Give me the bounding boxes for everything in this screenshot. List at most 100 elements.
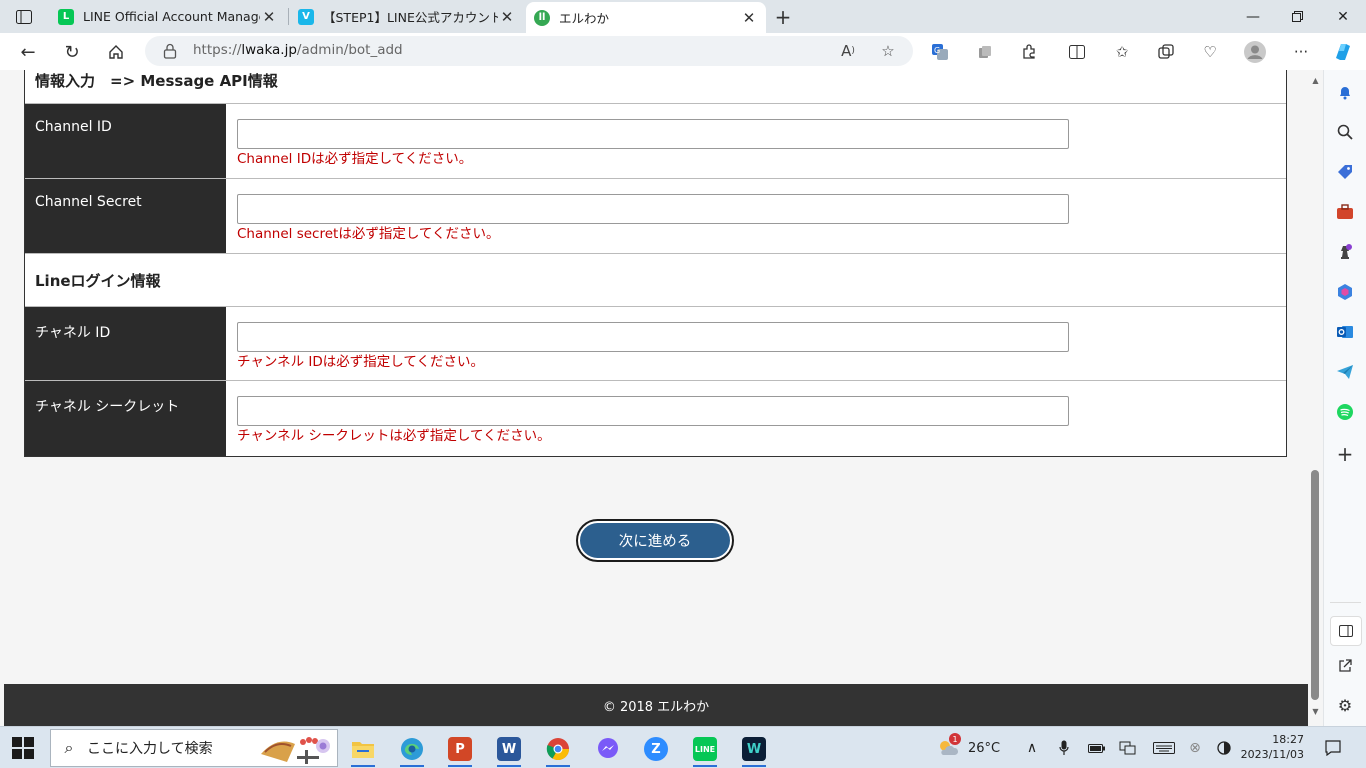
zoom-icon: Z [644, 737, 668, 761]
form-row-channel-secret: Channel Secret Channel secretは必ず指定してください… [25, 179, 1286, 254]
refresh-icon[interactable]: ↻ [58, 38, 86, 66]
field-label: チャネル シークレット [25, 381, 226, 456]
send-telegram-icon[interactable] [1335, 362, 1355, 382]
spotify-icon[interactable] [1335, 402, 1355, 422]
search-placeholder: ここに入力して検索 [87, 741, 213, 757]
external-open-icon[interactable] [1335, 656, 1355, 676]
translate-icon[interactable]: G [929, 41, 951, 63]
channel-id-input[interactable] [237, 119, 1069, 149]
sidebar-divider [1330, 602, 1361, 603]
microsoft365-icon[interactable] [1335, 282, 1355, 302]
clock[interactable]: 18:27 2023/11/03 [1240, 732, 1304, 762]
tab-title: エルわか [559, 11, 610, 26]
taskbar-chrome[interactable] [536, 731, 580, 767]
running-indicator [400, 765, 424, 767]
weather-badge: 1 [949, 733, 961, 745]
keyboard-ime-icon[interactable] [1151, 736, 1177, 760]
page-scrollbar[interactable]: ▲ ▼ [1308, 70, 1323, 726]
notifications-bell-icon[interactable] [1335, 82, 1355, 102]
validation-error: チャンネル シークレットは必ず指定してください。 [237, 428, 551, 444]
favorites-icon[interactable]: ✩ [1111, 41, 1133, 63]
close-window-button[interactable]: ✕ [1320, 0, 1366, 33]
microphone-icon[interactable] [1054, 736, 1074, 760]
taskbar-file-explorer[interactable] [341, 731, 385, 767]
lock-icon [163, 43, 177, 59]
field-label: チャネル ID [25, 307, 226, 380]
erwaka-icon: ll [534, 9, 550, 26]
tools-briefcase-icon[interactable] [1335, 202, 1355, 222]
minimize-button[interactable]: — [1230, 0, 1276, 33]
page-footer: © 2018 エルわか [4, 684, 1308, 726]
read-aloud-icon[interactable]: A) [838, 41, 858, 61]
running-indicator [351, 765, 375, 767]
restore-button[interactable] [1274, 0, 1320, 33]
taskbar-messenger[interactable] [586, 731, 630, 767]
profile-avatar[interactable] [1244, 41, 1266, 63]
search-icon[interactable] [1335, 122, 1355, 142]
games-chess-icon[interactable] [1335, 242, 1355, 262]
clock-date: 2023/11/03 [1240, 748, 1304, 761]
close-icon[interactable]: ✕ [260, 8, 278, 26]
form-row-login-channel-secret: チャネル シークレット チャンネル シークレットは必ず指定してください。 [25, 381, 1286, 456]
powerpoint-icon: P [448, 737, 472, 761]
tab-title: LINE Official Account Manager [83, 9, 260, 24]
collections-icon[interactable] [1155, 41, 1177, 63]
windows-start-icon[interactable] [12, 737, 34, 759]
add-sidebar-app-icon[interactable]: + [1335, 442, 1355, 466]
extensions-icon[interactable] [1018, 41, 1040, 63]
ime-disabled-icon[interactable]: ⊗ [1185, 736, 1205, 760]
close-icon[interactable]: ✕ [740, 9, 758, 27]
login-channel-secret-input[interactable] [237, 396, 1069, 426]
hide-sidebar-icon[interactable] [1330, 616, 1362, 646]
scroll-up-icon[interactable]: ▲ [1310, 76, 1321, 86]
back-icon[interactable]: ← [14, 38, 42, 66]
close-icon[interactable]: ✕ [498, 8, 516, 26]
show-hidden-icons-icon[interactable]: ∧ [1022, 736, 1042, 760]
search-icon: ⌕ [64, 738, 74, 757]
channel-secret-input[interactable] [237, 194, 1069, 224]
running-indicator [742, 765, 766, 767]
url-text: https://lwaka.jp/admin/bot_add [193, 42, 403, 58]
word-icon: W [497, 737, 521, 761]
taskbar-line[interactable]: LINE [683, 731, 727, 767]
taskbar-powerpoint[interactable]: P [438, 731, 482, 767]
line-icon: L [58, 8, 74, 25]
tab-erwaka[interactable]: ll エルわか ✕ [526, 2, 766, 33]
split-screen-icon[interactable] [1066, 41, 1088, 63]
taskbar-webex[interactable]: W [732, 731, 776, 767]
shopping-tag-icon[interactable] [1335, 162, 1355, 182]
validation-error: チャンネル IDは必ず指定してください。 [237, 354, 484, 370]
performance-icon[interactable]: ♡ [1199, 41, 1221, 63]
outlook-icon[interactable] [1335, 322, 1355, 342]
taskbar-edge[interactable] [390, 731, 434, 767]
weather-icon[interactable]: 1 [934, 733, 962, 760]
login-channel-id-input[interactable] [237, 322, 1069, 352]
more-menu-icon[interactable]: ··· [1290, 41, 1312, 63]
settings-gear-icon[interactable]: ⚙ [1335, 695, 1355, 715]
taskbar-word[interactable]: W [487, 731, 531, 767]
taskbar-zoom[interactable]: Z [634, 731, 678, 767]
tab-title: 【STEP1】LINE公式アカウント管理者 [323, 10, 498, 25]
tab-actions-icon[interactable] [10, 6, 38, 28]
tab-line-official[interactable]: L LINE Official Account Manager ✕ [50, 0, 286, 33]
battery-icon [1086, 736, 1108, 760]
edge-sidebar: + ⚙ [1323, 70, 1366, 726]
home-icon[interactable] [102, 38, 130, 66]
address-bar[interactable]: https://lwaka.jp/admin/bot_add A) ☆ [145, 36, 913, 66]
next-button[interactable]: 次に進める [580, 523, 730, 558]
section-title-line-login: Lineログイン情報 [25, 254, 1286, 307]
new-tab-button[interactable]: + [771, 5, 795, 29]
vimeo-icon: V [298, 8, 314, 25]
taskbar-search[interactable]: ⌕ ここに入力して検索 [50, 729, 338, 767]
network-icon[interactable] [1117, 736, 1139, 760]
svg-text:G: G [934, 46, 940, 55]
scrollbar-thumb[interactable] [1311, 470, 1319, 700]
line-app-icon: LINE [693, 737, 717, 761]
favorite-star-icon[interactable]: ☆ [878, 41, 898, 61]
scroll-down-icon[interactable]: ▼ [1310, 707, 1321, 717]
tab-step1[interactable]: V 【STEP1】LINE公式アカウント管理者 ✕ [290, 0, 524, 33]
copilot-icon[interactable] [1332, 41, 1354, 63]
notification-center-icon[interactable] [1322, 736, 1344, 760]
night-light-icon[interactable] [1214, 736, 1234, 760]
collections-extension-icon[interactable] [974, 41, 996, 63]
